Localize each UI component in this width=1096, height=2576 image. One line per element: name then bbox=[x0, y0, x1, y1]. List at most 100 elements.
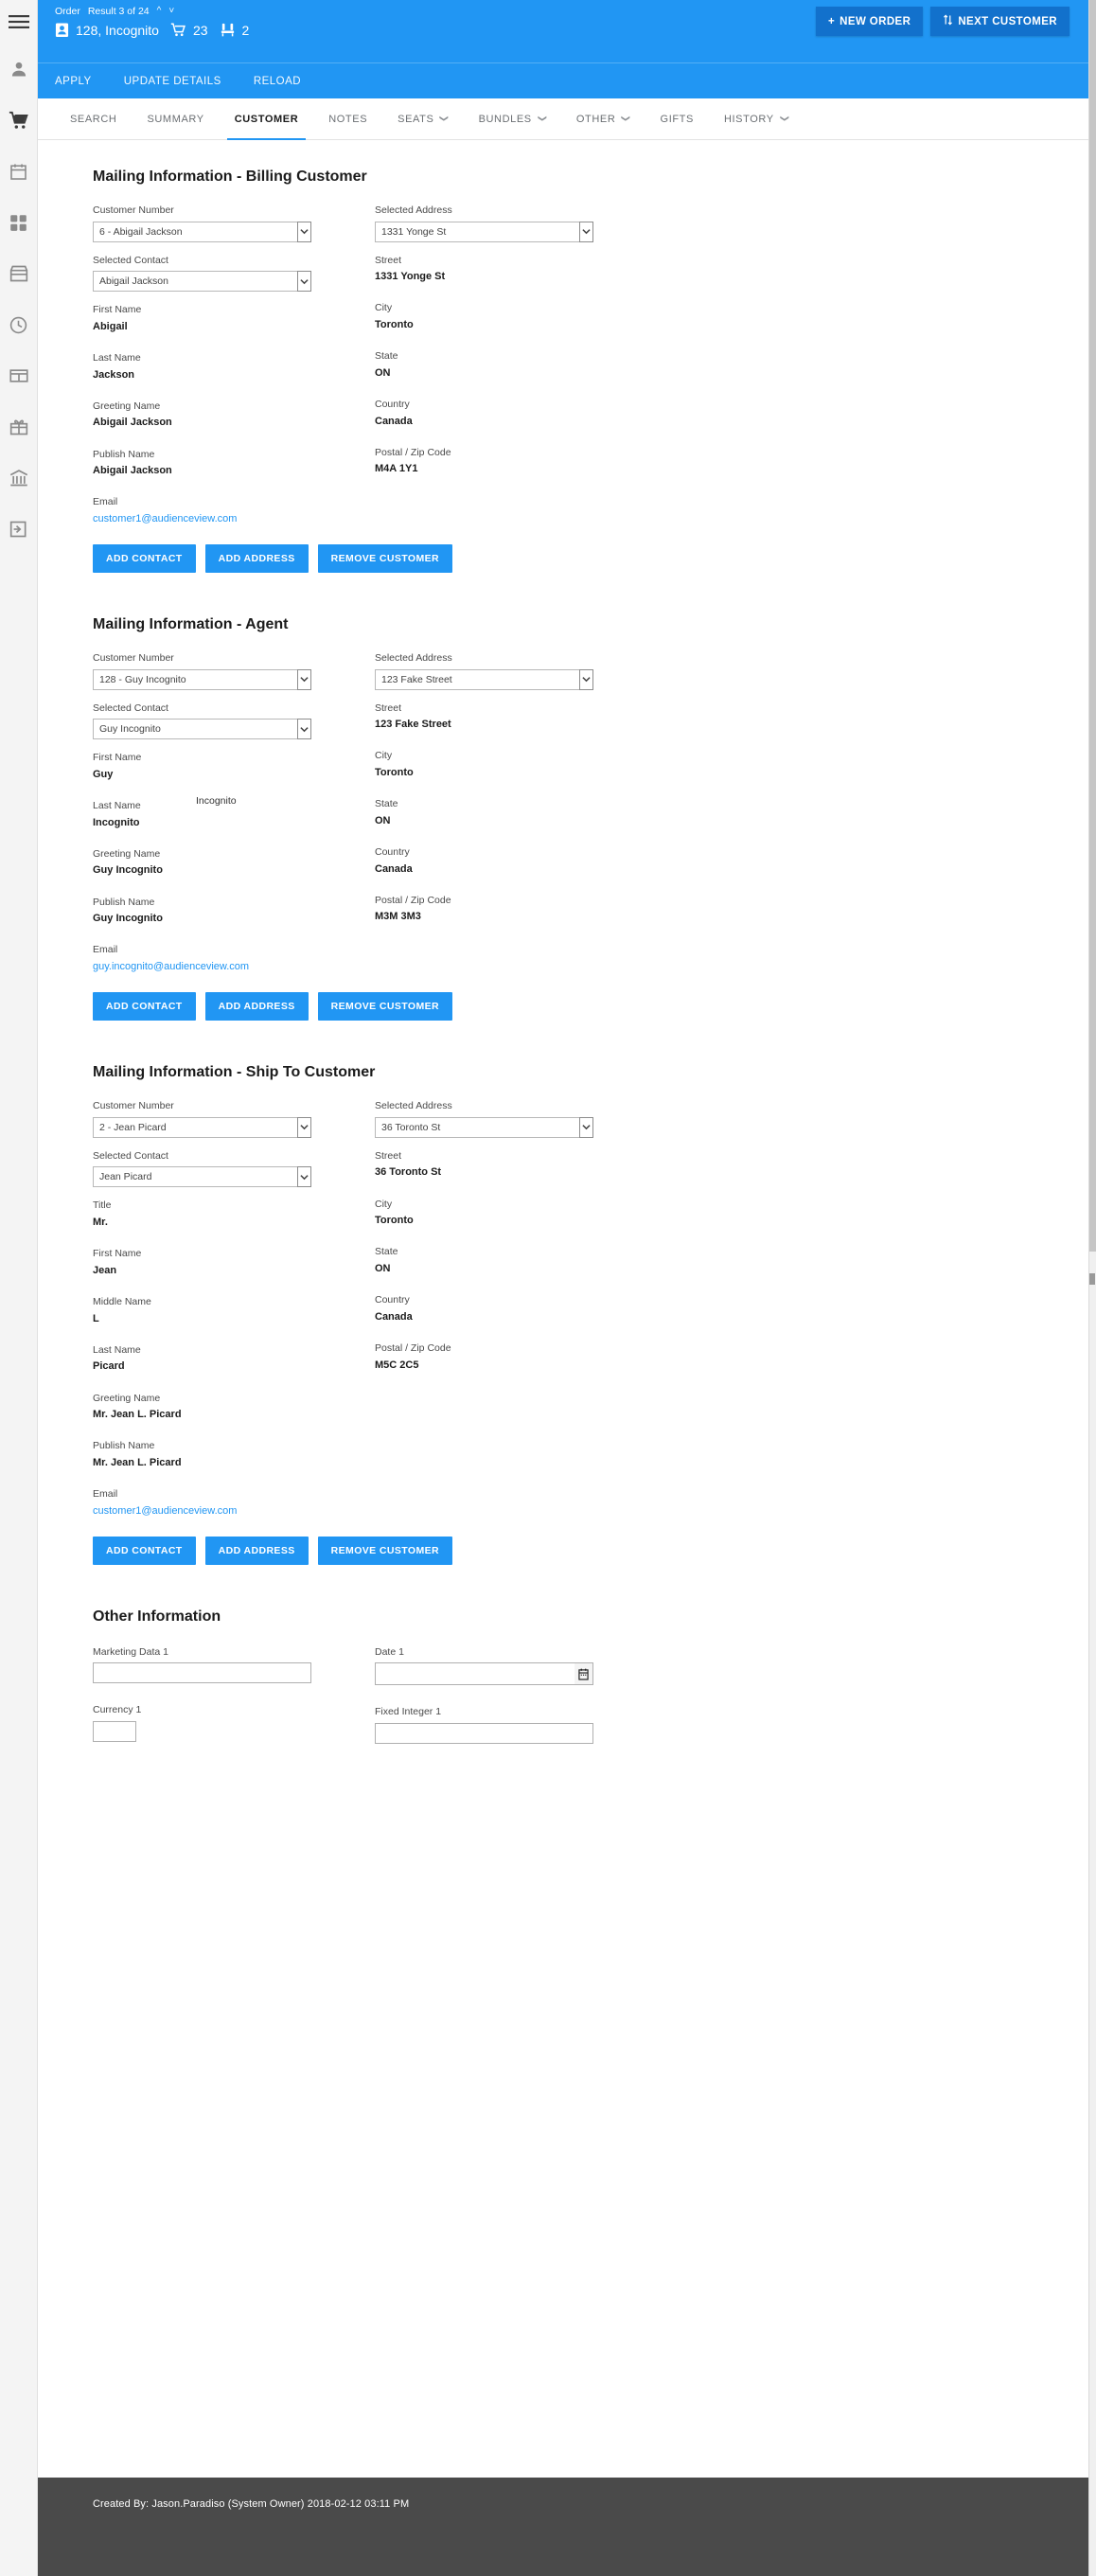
select-selected-address[interactable]: 36 Toronto St bbox=[375, 1116, 593, 1138]
tab-customer[interactable]: CUSTOMER bbox=[220, 98, 314, 140]
tab-label: SUMMARY bbox=[147, 113, 204, 125]
person-icon[interactable] bbox=[0, 44, 38, 95]
right-column: Selected Address 36 Toronto St Street 36 To… bbox=[375, 1100, 659, 1391]
field-group: Greeting Name Mr. Jean L. Picard bbox=[93, 1393, 377, 1422]
cart-icon[interactable] bbox=[0, 95, 38, 146]
tab-history[interactable]: HISTORY ❯ bbox=[709, 98, 804, 140]
tab-notes[interactable]: NOTES bbox=[313, 98, 382, 140]
scrollbar-grip[interactable] bbox=[1089, 1273, 1095, 1285]
result-next-icon[interactable]: ˅ bbox=[168, 7, 174, 16]
hamburger-menu-icon[interactable] bbox=[0, 0, 38, 44]
field-label: Selected Contact bbox=[93, 1149, 168, 1162]
add-address-button[interactable]: ADD ADDRESS bbox=[204, 1536, 309, 1565]
result-prev-icon[interactable]: ^ bbox=[157, 7, 162, 16]
page-scrollbar[interactable] bbox=[1088, 0, 1096, 2576]
select-customer-number[interactable]: 6 - Abigail Jackson bbox=[93, 221, 311, 242]
currency-1-input[interactable] bbox=[93, 1721, 136, 1743]
email-link[interactable]: customer1@audienceview.com bbox=[93, 1505, 377, 1518]
field-value: Toronto bbox=[375, 318, 414, 330]
new-order-button[interactable]: + NEW ORDER bbox=[816, 7, 924, 36]
header-entity-label: Order bbox=[55, 6, 80, 17]
add-contact-button[interactable]: ADD CONTACT bbox=[93, 544, 196, 574]
field-label: Email bbox=[93, 496, 118, 508]
tab-seats[interactable]: SEATS ❯ bbox=[382, 98, 463, 140]
field-value: Guy Incognito bbox=[93, 864, 163, 877]
other-field-label: Currency 1 bbox=[93, 1704, 142, 1716]
calendar-icon[interactable] bbox=[0, 146, 38, 197]
select-selected-contact[interactable]: Jean Picard bbox=[93, 1166, 311, 1188]
action-apply[interactable]: APPLY bbox=[55, 76, 92, 87]
contact-card-icon bbox=[55, 22, 69, 38]
fixed-integer-1-input[interactable] bbox=[375, 1723, 593, 1745]
tab-label: NOTES bbox=[328, 113, 368, 125]
calendar-icon[interactable] bbox=[575, 1662, 593, 1686]
store-icon[interactable] bbox=[0, 248, 38, 299]
field-label: First Name bbox=[93, 304, 142, 316]
field-value: Mr. bbox=[93, 1216, 108, 1228]
add-address-button[interactable]: ADD ADDRESS bbox=[204, 544, 309, 574]
select-selected-contact[interactable]: Guy Incognito bbox=[93, 719, 311, 740]
tab-summary[interactable]: SUMMARY bbox=[132, 98, 219, 140]
remove-customer-button[interactable]: REMOVE CUSTOMER bbox=[317, 992, 452, 1022]
field-label: State bbox=[375, 350, 398, 363]
add-address-button[interactable]: ADD ADDRESS bbox=[204, 992, 309, 1022]
plus-icon: + bbox=[828, 15, 836, 27]
tab-bar: SEARCH SUMMARY CUSTOMER NOTES SEATS ❯ BUNDLES ❯… bbox=[38, 98, 1088, 140]
other-information-title: Other Information bbox=[93, 1608, 221, 1625]
gift-box-icon[interactable] bbox=[0, 401, 38, 453]
select-selected-address[interactable]: 1331 Yonge St bbox=[375, 221, 593, 242]
gift-card-icon[interactable] bbox=[0, 350, 38, 401]
logout-icon[interactable] bbox=[0, 504, 38, 555]
select-customer-number[interactable]: 2 - Jean Picard bbox=[93, 1116, 311, 1138]
field-label: Middle Name bbox=[93, 1295, 151, 1307]
select-wrapper: 1331 Yonge St bbox=[375, 221, 593, 242]
field-value: M5C 2C5 bbox=[375, 1359, 419, 1371]
remove-customer-button[interactable]: REMOVE CUSTOMER bbox=[317, 544, 452, 574]
tab-other[interactable]: OTHER ❯ bbox=[561, 98, 645, 140]
field-group: State ON bbox=[375, 350, 659, 380]
scrollbar-thumb[interactable] bbox=[1089, 0, 1096, 1252]
tab-label: OTHER bbox=[575, 113, 616, 125]
field-value: Toronto bbox=[375, 767, 414, 779]
marketing-data-1-input[interactable] bbox=[93, 1662, 311, 1684]
field-value: 36 Toronto St bbox=[375, 1166, 442, 1179]
field-group: First Name Guy bbox=[93, 752, 377, 781]
add-contact-button[interactable]: ADD CONTACT bbox=[93, 992, 196, 1022]
field-label: Postal / Zip Code bbox=[375, 446, 451, 458]
tab-gifts[interactable]: GIFTS bbox=[645, 98, 709, 140]
field-group: State ON bbox=[375, 798, 659, 827]
clock-icon[interactable] bbox=[0, 299, 38, 350]
action-reload[interactable]: RELOAD bbox=[254, 76, 301, 87]
select-selected-contact[interactable]: Abigail Jackson bbox=[93, 271, 311, 293]
field-group: Country Canada bbox=[375, 399, 659, 428]
field-label: City bbox=[375, 1198, 393, 1210]
select-customer-number[interactable]: 128 - Guy Incognito bbox=[93, 668, 311, 690]
add-contact-button[interactable]: ADD CONTACT bbox=[93, 1536, 196, 1565]
field-value: Toronto bbox=[375, 1215, 414, 1227]
field-group: Publish Name Abigail Jackson bbox=[93, 449, 377, 478]
date-1-input[interactable] bbox=[375, 1662, 576, 1686]
field-group: City Toronto bbox=[375, 750, 659, 779]
tab-search[interactable]: SEARCH bbox=[55, 98, 132, 140]
left-column: Customer Number 128 - Guy Incognito Select… bbox=[93, 652, 377, 973]
field-group: Title Mr. bbox=[93, 1199, 377, 1229]
email-link[interactable]: customer1@audienceview.com bbox=[93, 513, 377, 525]
field-group: Street 123 Fake Street bbox=[375, 702, 659, 732]
field-label: Selected Contact bbox=[93, 254, 168, 266]
section-title: Mailing Information - Billing Customer bbox=[93, 169, 367, 185]
bank-icon[interactable] bbox=[0, 453, 38, 504]
field-value: Canada bbox=[375, 415, 413, 427]
tab-bundles[interactable]: BUNDLES ❯ bbox=[464, 98, 561, 140]
action-update-details[interactable]: UPDATE DETAILS bbox=[124, 76, 221, 87]
grid-icon[interactable] bbox=[0, 197, 38, 248]
field-label: State bbox=[375, 798, 398, 810]
field-group: State ON bbox=[375, 1246, 659, 1275]
seat-icon-header bbox=[220, 23, 236, 37]
email-link[interactable]: guy.incognito@audienceview.com bbox=[93, 961, 377, 973]
remove-customer-button[interactable]: REMOVE CUSTOMER bbox=[317, 1536, 452, 1565]
next-customer-button[interactable]: NEXT CUSTOMER bbox=[930, 7, 1069, 36]
cart-icon-header bbox=[170, 23, 186, 37]
select-selected-address[interactable]: 123 Fake Street bbox=[375, 668, 593, 690]
field-group: Publish Name Guy Incognito bbox=[93, 897, 377, 926]
field-value: ON bbox=[375, 1262, 391, 1274]
